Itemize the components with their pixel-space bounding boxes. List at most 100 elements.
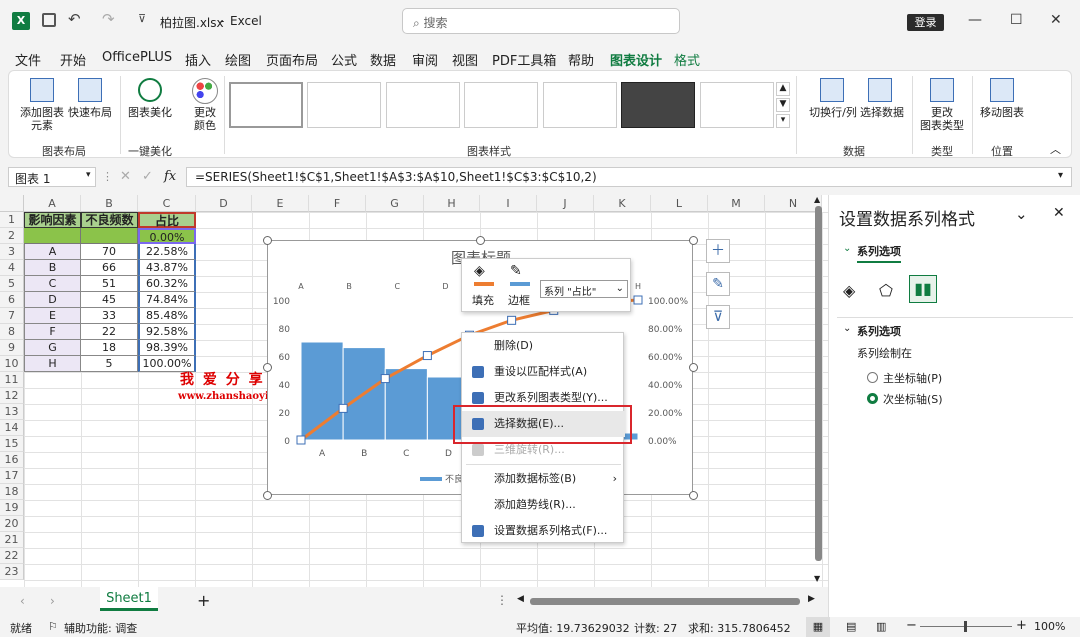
data-cell[interactable]: F [24, 324, 81, 340]
secondary-axis-radio[interactable] [867, 393, 878, 404]
header-cell[interactable]: 影响因素 [24, 212, 81, 228]
data-cell[interactable]: G [24, 340, 81, 356]
border-label[interactable]: 边框 [508, 292, 530, 308]
minimize-icon[interactable]: — [968, 12, 982, 28]
column-header-I[interactable]: I [480, 195, 537, 212]
row-header-1[interactable]: 1 [0, 212, 24, 228]
next-sheet-icon[interactable]: › [50, 594, 55, 608]
column-header-A[interactable]: A [24, 195, 81, 212]
row-header-4[interactable]: 4 [0, 260, 24, 276]
beautify-button[interactable]: 图表美化 [124, 106, 176, 119]
normal-view-icon[interactable]: ▦ [806, 617, 830, 637]
effects-tab-icon[interactable]: ⬠ [879, 281, 893, 300]
data-cell[interactable]: 92.58% [138, 324, 196, 340]
column-header-H[interactable]: H [424, 195, 480, 212]
data-cell[interactable]: 45 [81, 292, 138, 308]
chart-style-1[interactable] [229, 82, 303, 128]
data-cell[interactable]: B [24, 260, 81, 276]
menu-formulas[interactable]: 公式 [331, 50, 357, 69]
chart-filter-button[interactable]: ⊽ [706, 305, 730, 329]
cell-row2[interactable] [24, 228, 81, 244]
data-cell[interactable]: H [24, 356, 81, 372]
data-cell[interactable]: 60.32% [138, 276, 196, 292]
column-header-B[interactable]: B [81, 195, 138, 212]
zoom-slider-thumb[interactable] [964, 621, 967, 632]
row-header-13[interactable]: 13 [0, 404, 24, 420]
pane-tab-series-options[interactable]: 系列选项 [857, 243, 901, 263]
data-cell[interactable]: 98.39% [138, 340, 196, 356]
menu-view[interactable]: 视图 [452, 50, 478, 69]
data-cell[interactable]: D [24, 292, 81, 308]
page-layout-view-icon[interactable]: ▤ [846, 620, 856, 633]
hscroll-thumb[interactable] [530, 598, 800, 605]
row-header-7[interactable]: 7 [0, 308, 24, 324]
style-scroll-down-icon[interactable]: ▼ [776, 98, 790, 112]
column-header-M[interactable]: M [708, 195, 765, 212]
row-header-10[interactable]: 10 [0, 356, 24, 372]
move-chart-button[interactable]: 移动图表 [976, 106, 1028, 119]
menu-format-series[interactable]: 设置数据系列格式(F)... [462, 518, 625, 544]
chart-style-5[interactable] [543, 82, 617, 128]
confirm-formula-icon[interactable]: ✓ [142, 169, 153, 184]
fill-bucket-icon[interactable]: ◈ [474, 263, 496, 283]
menu-reset-style[interactable]: 重设以匹配样式(A) [462, 359, 625, 385]
row-header-8[interactable]: 8 [0, 324, 24, 340]
menu-add-data-labels[interactable]: 添加数据标签(B) › [462, 466, 625, 492]
data-cell[interactable]: A [24, 244, 81, 260]
resize-handle-bl[interactable] [263, 491, 272, 500]
fill-label[interactable]: 填充 [472, 292, 494, 308]
row-header-9[interactable]: 9 [0, 340, 24, 356]
row-header-14[interactable]: 14 [0, 420, 24, 436]
expand-formula-icon[interactable]: ▾ [1058, 170, 1063, 181]
column-header-K[interactable]: K [594, 195, 651, 212]
change-color-button[interactable]: 更改 颜色 [182, 106, 228, 132]
menu-review[interactable]: 审阅 [412, 50, 438, 69]
chart-style-4[interactable] [464, 82, 538, 128]
row-header-2[interactable]: 2 [0, 228, 24, 244]
row-header-6[interactable]: 6 [0, 292, 24, 308]
cancel-formula-icon[interactable]: ✕ [120, 169, 131, 184]
chart-style-7[interactable] [700, 82, 774, 128]
data-cell[interactable]: 22.58% [138, 244, 196, 260]
section-chevron-icon[interactable]: ⌄ [843, 323, 851, 334]
menu-data[interactable]: 数据 [370, 50, 396, 69]
resize-handle-tm[interactable] [476, 236, 485, 245]
data-cell[interactable]: 70 [81, 244, 138, 260]
row-header-16[interactable]: 16 [0, 452, 24, 468]
menu-draw[interactable]: 绘图 [225, 50, 251, 69]
resize-handle-mr[interactable] [689, 363, 698, 372]
menu-page-layout[interactable]: 页面布局 [266, 50, 318, 69]
fill-line-tab-icon[interactable]: ◈ [843, 281, 855, 300]
row-header-23[interactable]: 23 [0, 564, 24, 580]
column-header-F[interactable]: F [309, 195, 366, 212]
row-header-12[interactable]: 12 [0, 388, 24, 404]
cell-row2[interactable] [81, 228, 138, 244]
add-sheet-icon[interactable]: + [197, 591, 210, 610]
quick-layout-button[interactable]: 快速布局 [64, 106, 116, 119]
data-cell[interactable]: C [24, 276, 81, 292]
redo-icon[interactable]: ↷ [102, 10, 115, 28]
close-icon[interactable]: ✕ [1050, 12, 1062, 28]
menu-insert[interactable]: 插入 [185, 50, 211, 69]
vscroll-up-icon[interactable]: ▲ [814, 195, 820, 204]
header-cell[interactable]: 占比 [138, 212, 196, 228]
data-cell[interactable]: 22 [81, 324, 138, 340]
series-select[interactable]: 系列 "占比" ⌄ [540, 280, 628, 298]
zoom-out-icon[interactable]: − [906, 618, 917, 633]
row-header-15[interactable]: 15 [0, 436, 24, 452]
data-cell[interactable]: 51 [81, 276, 138, 292]
column-header-E[interactable]: E [252, 195, 309, 212]
hscroll-left-icon[interactable]: ◀ [517, 594, 524, 604]
vscroll-thumb[interactable] [815, 206, 822, 561]
search-input[interactable]: ⌕ 搜索 [402, 8, 680, 34]
column-header-L[interactable]: L [651, 195, 708, 212]
data-cell[interactable]: 18 [81, 340, 138, 356]
name-box[interactable]: 图表 1 [8, 167, 96, 187]
vscroll-down-icon[interactable]: ▼ [814, 574, 820, 583]
border-pen-icon[interactable]: ✎ [510, 263, 532, 283]
row-header-19[interactable]: 19 [0, 500, 24, 516]
menu-help[interactable]: 帮助 [568, 50, 594, 69]
column-header-D[interactable]: D [196, 195, 252, 212]
menu-add-trendline[interactable]: 添加趋势线(R)... [462, 492, 625, 518]
prev-sheet-icon[interactable]: ‹ [20, 594, 25, 608]
